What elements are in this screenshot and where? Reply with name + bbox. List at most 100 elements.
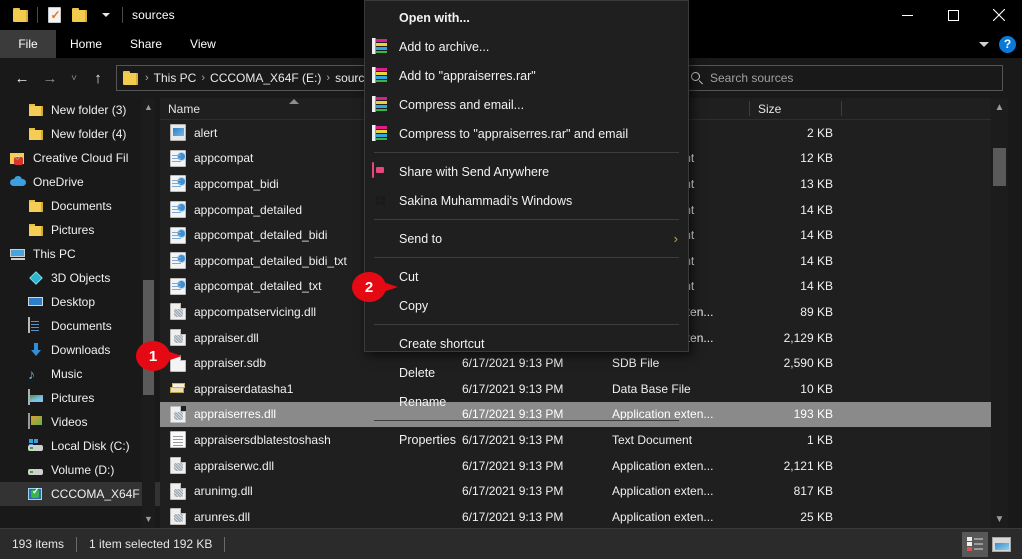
annotation-marker-2-label: 2 (352, 272, 386, 302)
menu-item-label: Rename (399, 394, 447, 409)
qat-divider-2 (122, 7, 123, 23)
sidebar-item-documents[interactable]: Documents (0, 194, 160, 218)
file-name-label: appraisersdblatestoshash (194, 432, 331, 447)
tab-share[interactable]: Share (116, 30, 176, 58)
sidebar-scroll-down-icon[interactable]: ▼ (142, 510, 155, 528)
cell-size: 12 KB (800, 151, 833, 166)
minimize-button[interactable] (884, 0, 930, 30)
breadcrumb-cccoma-x64f[interactable]: CCCOMA_X64F (E:) (207, 71, 324, 85)
sidebar-item-pictures[interactable]: Pictures (0, 386, 160, 410)
menu-item-icon (372, 192, 390, 210)
sidebar-item-label: Creative Cloud Fil (33, 151, 129, 165)
system-menu-folder-icon[interactable] (8, 2, 34, 28)
folder-icon (28, 102, 44, 118)
forward-button[interactable]: → (36, 64, 64, 92)
cell-size: 817 KB (793, 484, 833, 499)
cell-name: appraiserwc.dll (160, 457, 460, 475)
sidebar-item-creative-cloud-fil[interactable]: Creative Cloud Fil (0, 146, 160, 170)
sidebar-item-onedrive[interactable]: OneDrive (0, 170, 160, 194)
sidebar-item-label: Documents (51, 199, 112, 213)
menu-item-label: Add to archive... (399, 39, 490, 54)
context-menu-properties[interactable]: Properties (365, 425, 688, 454)
sidebar-item-new-folder-3[interactable]: New folder (3) (0, 98, 160, 122)
new-folder-icon[interactable] (67, 2, 93, 28)
sidebar-item-documents[interactable]: Documents (0, 314, 160, 338)
context-menu-send-to[interactable]: Send to › (365, 224, 688, 253)
menu-item-label: Open with... (399, 10, 470, 25)
window-controls (884, 0, 1022, 30)
context-menu-compress-to-appraiserres-rar-and-e[interactable]: Compress to "appraiserres.rar" and email (365, 119, 688, 148)
sidebar-item-this-pc[interactable]: This PC (0, 242, 160, 266)
list-scroll-up-icon[interactable]: ▲ (991, 98, 1008, 116)
file-name-label: appcompatservicing.dll (194, 304, 317, 319)
sidebar-item-videos[interactable]: Videos (0, 410, 160, 434)
customize-qat-chevron-down-icon[interactable] (93, 2, 119, 28)
sidebar-item-desktop[interactable]: Desktop (0, 290, 160, 314)
search-box[interactable]: Search sources (683, 65, 1003, 91)
sidebar-item-label: Pictures (51, 391, 95, 405)
tab-file[interactable]: File (0, 30, 56, 58)
sidebar-item-local-disk-c[interactable]: Local Disk (C:) (0, 434, 160, 458)
context-menu-separator (374, 420, 679, 421)
this-pc-icon (10, 246, 26, 262)
bitmap-file-icon (170, 124, 186, 142)
pictures-icon (28, 389, 44, 406)
sidebar-item-volume-d[interactable]: Volume (D:) (0, 458, 160, 482)
help-icon[interactable]: ? (999, 35, 1016, 53)
expand-ribbon-chevron-down-icon[interactable] (979, 41, 989, 47)
context-menu-copy[interactable]: Copy (365, 291, 688, 320)
tab-view[interactable]: View (176, 30, 230, 58)
music-icon: ♪ (28, 366, 35, 382)
dll-file-icon (170, 508, 186, 526)
sidebar-scroll-thumb[interactable] (143, 280, 154, 395)
up-button[interactable]: ↑ (84, 64, 112, 92)
tab-home[interactable]: Home (56, 30, 116, 58)
back-button[interactable]: ← (8, 64, 36, 92)
context-menu-create-shortcut[interactable]: Create shortcut (365, 329, 688, 358)
context-menu-sakina-muhammadi-s-windows[interactable]: Sakina Muhammadi's Windows (365, 186, 688, 215)
context-menu-add-to-appraiserres-rar[interactable]: Add to "appraiserres.rar" (365, 61, 688, 90)
context-menu-share-with-send-anywhere[interactable]: Share with Send Anywhere (365, 157, 688, 186)
context-menu-cut[interactable]: Cut (365, 262, 688, 291)
menu-item-icon (372, 161, 390, 181)
sidebar-item-cccoma-x64f[interactable]: CCCOMA_X64F (0, 482, 160, 506)
list-scroll-thumb[interactable] (993, 148, 1006, 186)
context-menu-add-to-archive[interactable]: Add to archive... (365, 32, 688, 61)
details-view-icon (966, 537, 984, 552)
status-item-count: 193 items (12, 537, 65, 551)
properties-icon[interactable] (41, 2, 67, 28)
breadcrumb-this-pc[interactable]: This PC (151, 71, 200, 85)
table-row[interactable]: appraiserwc.dll 6/17/2021 9:13 PM Applicat… (160, 453, 991, 479)
context-menu-compress-and-email[interactable]: Compress and email... (365, 90, 688, 119)
recent-locations-chevron-down-icon[interactable]: ˅ (64, 64, 84, 92)
database-file-icon (170, 380, 186, 397)
menu-item-label: Cut (399, 269, 419, 284)
context-menu-open-with[interactable]: Open with... (365, 3, 688, 32)
sidebar-item-label: Volume (D:) (51, 463, 115, 477)
table-row[interactable]: arunimg.dll 6/17/2021 9:13 PM Application … (160, 478, 991, 504)
large-icons-view-button[interactable] (988, 532, 1014, 557)
menu-item-label: Copy (399, 298, 429, 313)
close-button[interactable] (976, 0, 1022, 30)
list-scroll-down-icon[interactable]: ▼ (991, 510, 1008, 528)
context-menu-separator (374, 152, 679, 153)
context-menu-rename[interactable]: Rename (365, 387, 688, 416)
sidebar-item-3d-objects[interactable]: 3D Objects (0, 266, 160, 290)
sidebar-item-new-folder-4[interactable]: New folder (4) (0, 122, 160, 146)
sidebar-scroll-up-icon[interactable]: ▲ (142, 98, 155, 116)
sidebar-item-pictures[interactable]: Pictures (0, 218, 160, 242)
column-header-size[interactable]: Size (750, 98, 842, 120)
sidebar-scrollbar[interactable]: ▲ ▼ (142, 98, 155, 528)
status-divider-1 (76, 536, 78, 552)
search-input[interactable]: Search sources (710, 71, 793, 85)
file-list-scrollbar[interactable]: ▲ ▼ (991, 98, 1008, 528)
menu-item-label: Create shortcut (399, 336, 485, 351)
xml-file-icon (170, 277, 186, 295)
status-bar: 193 items 1 item selected 192 KB (0, 528, 1022, 559)
maximize-button[interactable] (930, 0, 976, 30)
menu-item-label: Share with Send Anywhere (399, 164, 550, 179)
table-row[interactable]: arunres.dll 6/17/2021 9:13 PM Application … (160, 504, 991, 528)
details-view-button[interactable] (962, 532, 988, 557)
cell-size: 193 KB (793, 407, 833, 422)
context-menu-delete[interactable]: Delete (365, 358, 688, 387)
